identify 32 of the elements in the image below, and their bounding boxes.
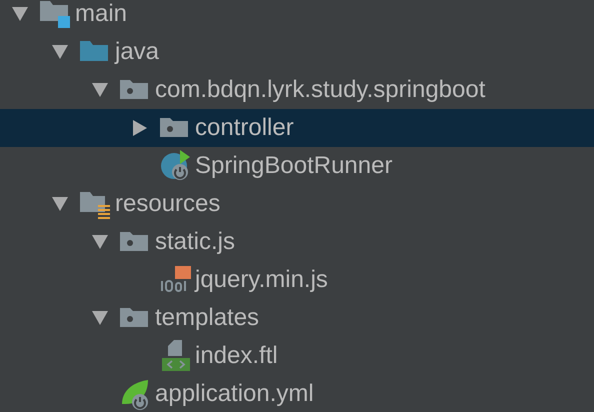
expand-arrow-icon[interactable] (92, 235, 108, 249)
tree-item[interactable]: static.js (0, 223, 594, 261)
tree-item[interactable]: application.yml (0, 375, 594, 412)
template-file-icon (160, 340, 192, 372)
item-label: java (115, 40, 160, 64)
item-label: index.ftl (195, 344, 278, 368)
item-label: templates (155, 306, 260, 330)
tree-item[interactable]: resources (0, 185, 594, 223)
item-label: main (75, 2, 128, 26)
item-label: SpringBootRunner (195, 154, 392, 178)
item-label: application.yml (155, 382, 314, 406)
folder-icon (40, 0, 72, 30)
tree-item[interactable]: templates (0, 299, 594, 337)
tree-item[interactable]: com.bdqn.lyrk.study.springboot (0, 71, 594, 109)
item-label: static.js (155, 230, 236, 254)
item-label: controller (195, 116, 294, 140)
collapse-arrow-icon[interactable] (133, 120, 147, 136)
item-label: com.bdqn.lyrk.study.springboot (155, 78, 486, 102)
tree-item[interactable]: controller (0, 109, 594, 147)
tree-item[interactable]: index.ftl (0, 337, 594, 375)
tree-item[interactable]: SpringBootRunner (0, 147, 594, 185)
expand-arrow-icon[interactable] (12, 7, 28, 21)
tree-item[interactable]: java (0, 33, 594, 71)
expand-arrow-icon[interactable] (52, 197, 68, 211)
expand-arrow-icon[interactable] (52, 45, 68, 59)
item-label: jquery.min.js (195, 268, 328, 292)
spring-class-icon (160, 150, 192, 182)
expand-arrow-icon[interactable] (92, 311, 108, 325)
tree-item[interactable]: main (0, 0, 594, 33)
tree-item[interactable]: jquery.min.js (0, 261, 594, 299)
item-label: resources (115, 192, 220, 216)
expand-arrow-icon[interactable] (92, 83, 108, 97)
